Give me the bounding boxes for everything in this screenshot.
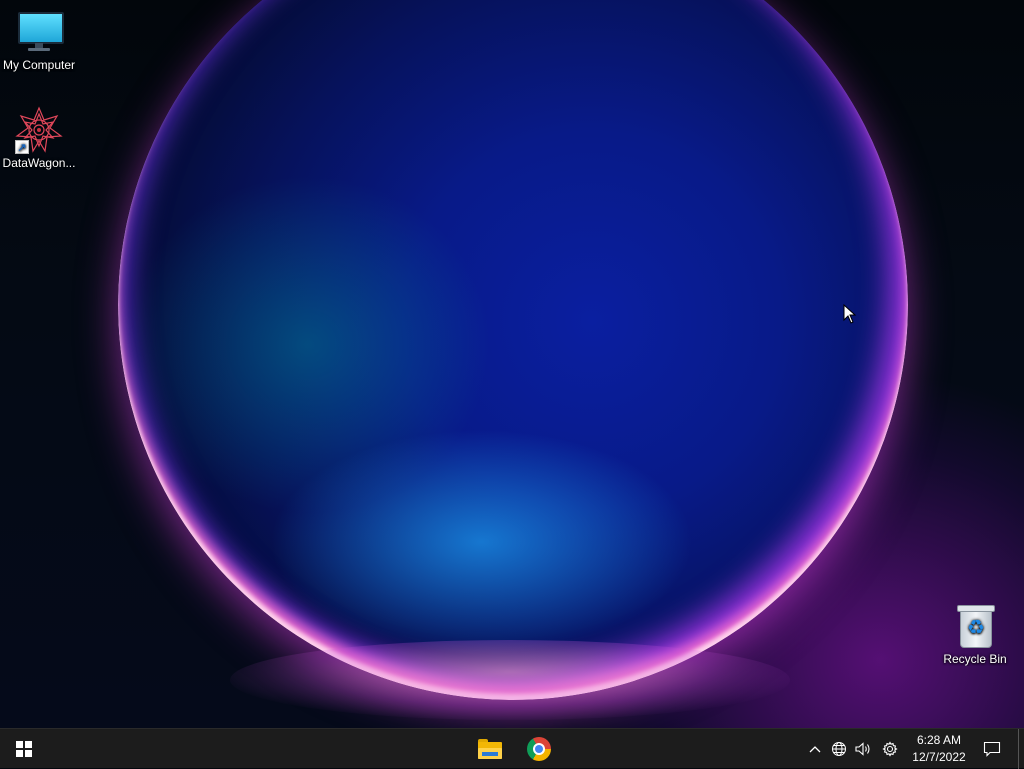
shortcut-arrow-icon: ↗ [15, 140, 29, 154]
taskbar: 6:28 AM 12/7/2022 [0, 728, 1024, 769]
start-button[interactable] [0, 729, 48, 769]
desktop-icon-my-computer[interactable]: My Computer [0, 8, 78, 72]
taskbar-chrome[interactable] [515, 729, 563, 769]
clock-time: 6:28 AM [916, 733, 962, 747]
show-desktop-button[interactable] [1018, 729, 1024, 769]
taskbar-clock[interactable]: 6:28 AM 12/7/2022 [906, 729, 972, 769]
chevron-up-icon[interactable] [804, 729, 826, 769]
wallpaper-glow [230, 640, 790, 720]
datawagon-logo-icon: ↗ [15, 106, 63, 154]
desktop-icon-label: My Computer [2, 58, 76, 72]
desktop-icon-label: Recycle Bin [943, 652, 1007, 666]
clock-date: 12/7/2022 [912, 750, 966, 764]
monitor-icon [15, 8, 64, 56]
notification-icon[interactable] [978, 729, 1006, 769]
gear-icon[interactable] [879, 729, 901, 769]
windows-logo-icon [16, 741, 32, 757]
mouse-cursor-icon [843, 304, 857, 324]
volume-icon[interactable] [852, 729, 874, 769]
wallpaper-orb [118, 0, 908, 700]
desktop[interactable]: My Computer ↗ DataWagon... ♻ Recycle Bin [0, 0, 1024, 728]
recycle-bin-icon: ♻ [951, 602, 999, 650]
desktop-icon-label: DataWagon... [2, 156, 76, 170]
folder-icon [478, 739, 502, 759]
taskbar-file-explorer[interactable] [466, 729, 514, 769]
desktop-icon-datawagon[interactable]: ↗ DataWagon... [0, 106, 78, 170]
chrome-icon [527, 737, 551, 761]
globe-icon[interactable] [828, 729, 850, 769]
desktop-icon-recycle-bin[interactable]: ♻ Recycle Bin [936, 602, 1014, 666]
